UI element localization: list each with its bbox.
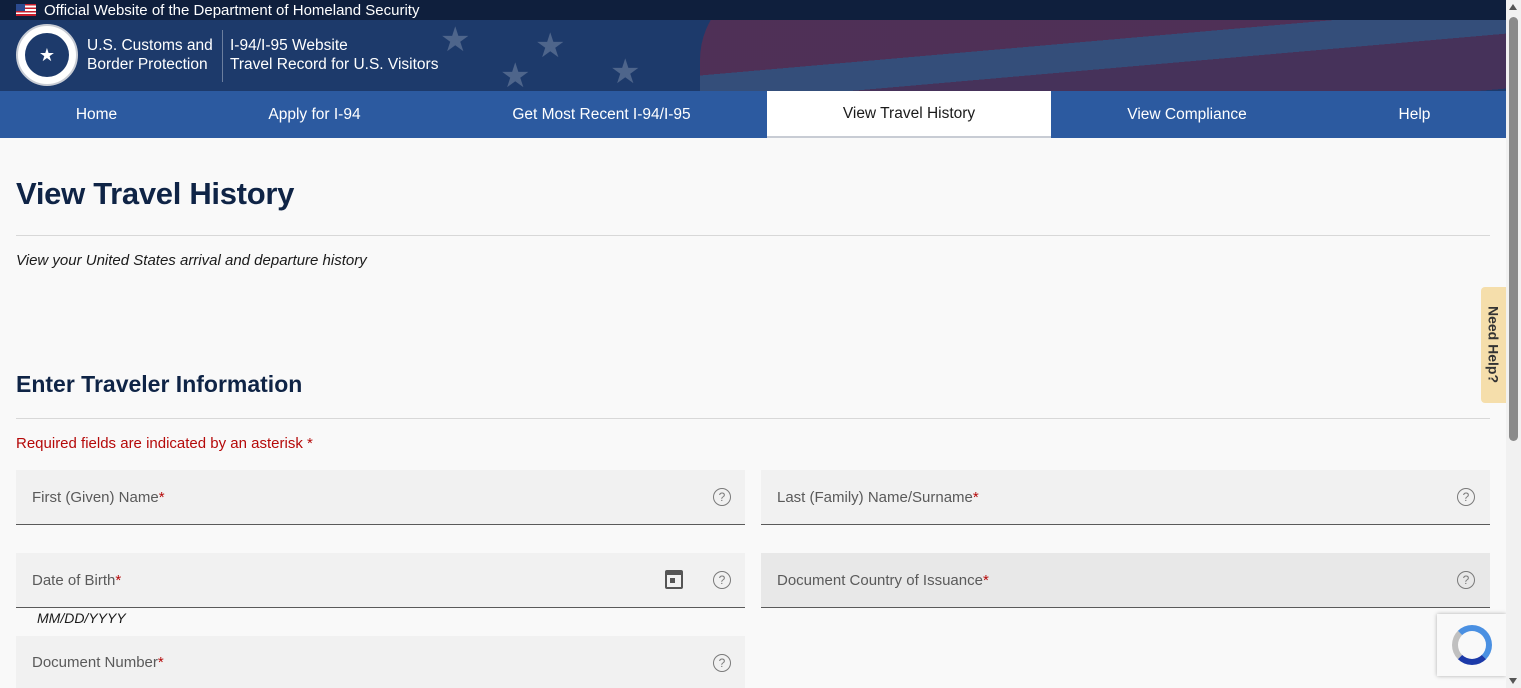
required-asterisk: * (157, 653, 164, 671)
star-icon: ★ (500, 57, 531, 91)
star-icon: ★ (440, 21, 471, 59)
scroll-thumb[interactable] (1509, 17, 1518, 441)
calendar-icon[interactable] (665, 570, 683, 589)
document-country-select[interactable]: Document Country of Issuance* ? (761, 553, 1490, 608)
star-icon: ★ (535, 27, 566, 65)
required-asterisk: * (158, 488, 165, 506)
nav-help[interactable]: Help (1323, 91, 1506, 138)
nav-view-compliance[interactable]: View Compliance (1051, 91, 1323, 138)
official-banner-text: Official Website of the Department of Ho… (44, 1, 420, 19)
required-asterisk: * (115, 571, 122, 589)
first-name-label: First (Given) Name* (32, 488, 165, 506)
nav-get-most-recent[interactable]: Get Most Recent I-94/I-95 (436, 91, 767, 138)
nav-home[interactable]: Home (0, 91, 193, 138)
site-name-line1: I-94/I-95 Website (230, 37, 348, 54)
required-fields-note: Required fields are indicated by an aste… (16, 435, 313, 452)
page-subtitle: View your United States arrival and depa… (16, 252, 367, 269)
recaptcha-icon (1451, 625, 1492, 665)
agency-name-line2: Border Protection (87, 56, 208, 73)
required-asterisk: * (982, 571, 989, 589)
site-header: ★ ★ ★ ★ ★ U.S. Customs and Border Protec… (0, 20, 1506, 91)
help-icon[interactable]: ? (1457, 488, 1475, 506)
header-flag-graphic (700, 20, 1506, 91)
main-nav: Home Apply for I-94 Get Most Recent I-94… (0, 91, 1506, 138)
scroll-up-arrow-icon[interactable] (1509, 4, 1517, 10)
need-help-tab[interactable]: Need Help? (1481, 287, 1506, 403)
need-help-label: Need Help? (1485, 306, 1502, 384)
cbp-seal-icon[interactable]: ★ (16, 24, 78, 86)
document-number-label: Document Number* (32, 653, 164, 671)
nav-view-travel-history[interactable]: View Travel History (767, 91, 1051, 138)
site-name[interactable]: I-94/I-95 Website Travel Record for U.S.… (230, 36, 438, 74)
nav-apply-i94[interactable]: Apply for I-94 (193, 91, 436, 138)
section-title: Enter Traveler Information (16, 371, 303, 397)
recaptcha-badge[interactable] (1437, 614, 1506, 676)
document-number-field[interactable]: Document Number* ? (16, 636, 745, 688)
page-scrollbar[interactable] (1506, 0, 1521, 688)
help-icon[interactable]: ? (713, 488, 731, 506)
scroll-down-arrow-icon[interactable] (1509, 678, 1517, 684)
date-of-birth-label: Date of Birth* (32, 571, 122, 589)
date-of-birth-field[interactable]: Date of Birth* ? (16, 553, 745, 608)
help-icon[interactable]: ? (713, 571, 731, 589)
site-name-line2: Travel Record for U.S. Visitors (230, 56, 439, 73)
help-icon[interactable]: ? (713, 654, 731, 672)
official-banner: Official Website of the Department of Ho… (0, 0, 1506, 20)
us-flag-icon (16, 4, 36, 16)
section-divider (16, 418, 1490, 419)
agency-name[interactable]: U.S. Customs and Border Protection (87, 36, 213, 74)
document-country-label: Document Country of Issuance* (777, 571, 989, 589)
title-divider (16, 235, 1490, 236)
page-title: View Travel History (16, 176, 295, 211)
header-divider (222, 30, 223, 82)
required-asterisk: * (972, 488, 979, 506)
date-format-hint: MM/DD/YYYY (37, 610, 126, 626)
star-icon: ★ (610, 53, 641, 91)
help-icon[interactable]: ? (1457, 571, 1475, 589)
last-name-label: Last (Family) Name/Surname* (777, 488, 979, 506)
last-name-field[interactable]: Last (Family) Name/Surname* ? (761, 470, 1490, 525)
first-name-field[interactable]: First (Given) Name* ? (16, 470, 745, 525)
agency-name-line1: U.S. Customs and (87, 37, 213, 54)
